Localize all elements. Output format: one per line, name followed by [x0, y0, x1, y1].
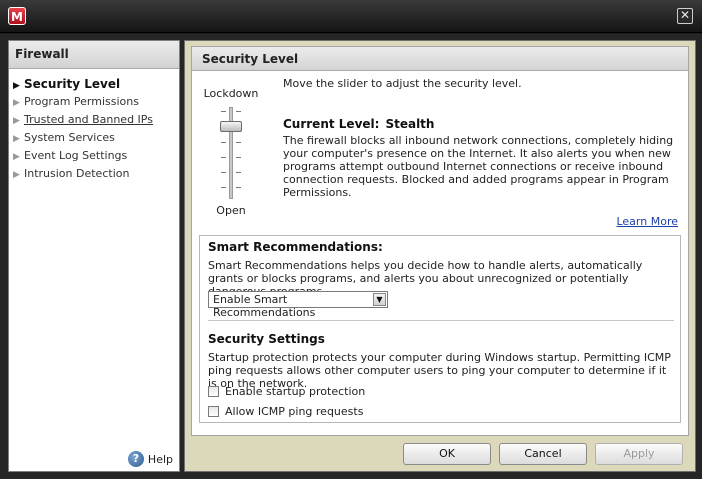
- security-level-panel: Security Level Lockdown Open Move the sl…: [191, 46, 689, 436]
- slider-tick: [236, 142, 241, 143]
- startup-protection-option[interactable]: Enable startup protection: [208, 385, 365, 398]
- icmp-ping-option[interactable]: Allow ICMP ping requests: [208, 405, 363, 418]
- main-area: Security Level Lockdown Open Move the sl…: [184, 40, 696, 472]
- slider-bottom-label: Open: [216, 204, 246, 217]
- settings-box: Smart Recommendations: Smart Recommendat…: [199, 235, 681, 423]
- chevron-right-icon: ▶: [13, 134, 20, 144]
- sidebar-nav: ▶ Security Level ▶ Program Permissions ▶ Tr…: [9, 75, 179, 183]
- icmp-ping-label: Allow ICMP ping requests: [225, 405, 364, 418]
- slider-thumb[interactable]: [220, 121, 242, 132]
- chevron-down-icon[interactable]: ▼: [373, 293, 386, 306]
- slider-instruction: Move the slider to adjust the security l…: [283, 77, 522, 90]
- sidebar-item-security-level[interactable]: ▶ Security Level: [9, 75, 179, 93]
- help-icon: ?: [127, 451, 144, 467]
- smart-recommendations-select[interactable]: Enable Smart Recommendations ▼: [208, 291, 388, 319]
- sidebar-title: Firewall: [9, 41, 179, 69]
- mcafee-logo-icon: M: [8, 7, 26, 25]
- learn-more-link[interactable]: Learn More: [616, 215, 678, 228]
- sidebar-item-trusted-banned-ips[interactable]: ▶ Trusted and Banned IPs: [9, 111, 179, 129]
- select-value: Enable Smart Recommendations: [213, 293, 316, 319]
- sidebar-item-program-permissions[interactable]: ▶ Program Permissions: [9, 93, 179, 111]
- startup-protection-checkbox[interactable]: [208, 386, 219, 397]
- apply-button[interactable]: Apply: [595, 443, 683, 465]
- slider-tick: [236, 187, 241, 188]
- smart-recommendations-title: Smart Recommendations:: [208, 240, 383, 254]
- cancel-button[interactable]: Cancel: [499, 443, 587, 465]
- chevron-right-icon: ▶: [13, 116, 20, 126]
- level-description: The firewall blocks all inbound network …: [283, 134, 674, 199]
- security-level-slider[interactable]: Lockdown Open: [202, 83, 260, 217]
- slider-tick: [221, 187, 226, 188]
- panel-title: Security Level: [192, 47, 688, 71]
- sidebar-item-system-services[interactable]: ▶ System Services: [9, 129, 179, 147]
- slider-tick: [236, 157, 241, 158]
- sidebar-item-intrusion-detection[interactable]: ▶ Intrusion Detection: [9, 165, 179, 183]
- divider: [208, 320, 674, 321]
- chevron-right-icon: ▶: [13, 152, 20, 162]
- chevron-right-icon: ▶: [13, 170, 20, 180]
- help-label: Help: [147, 452, 173, 466]
- slider-tick: [221, 111, 226, 112]
- slider-tick: [236, 172, 241, 173]
- sidebar: Firewall ▶ Security Level ▶ Program Permis…: [8, 40, 180, 472]
- startup-protection-label: Enable startup protection: [225, 385, 366, 398]
- slider-top-label: Lockdown: [203, 87, 259, 100]
- slider-tick: [221, 157, 226, 158]
- security-settings-title: Security Settings: [208, 332, 325, 346]
- sidebar-item-event-log-settings[interactable]: ▶ Event Log Settings: [9, 147, 179, 165]
- title-bar: M ✕: [0, 0, 702, 33]
- icmp-ping-checkbox[interactable]: [208, 406, 219, 417]
- slider-tick: [236, 111, 241, 112]
- close-button[interactable]: ✕: [677, 8, 693, 24]
- ok-button[interactable]: OK: [403, 443, 491, 465]
- chevron-right-icon: ▶: [13, 98, 20, 108]
- current-level: Current Level: Stealth: [283, 117, 434, 131]
- help-link[interactable]: ? Help: [127, 451, 173, 467]
- slider-tick: [221, 142, 226, 143]
- slider-tick: [221, 172, 226, 173]
- current-level-value: Stealth: [385, 117, 435, 131]
- current-level-label: Current Level:: [283, 117, 380, 131]
